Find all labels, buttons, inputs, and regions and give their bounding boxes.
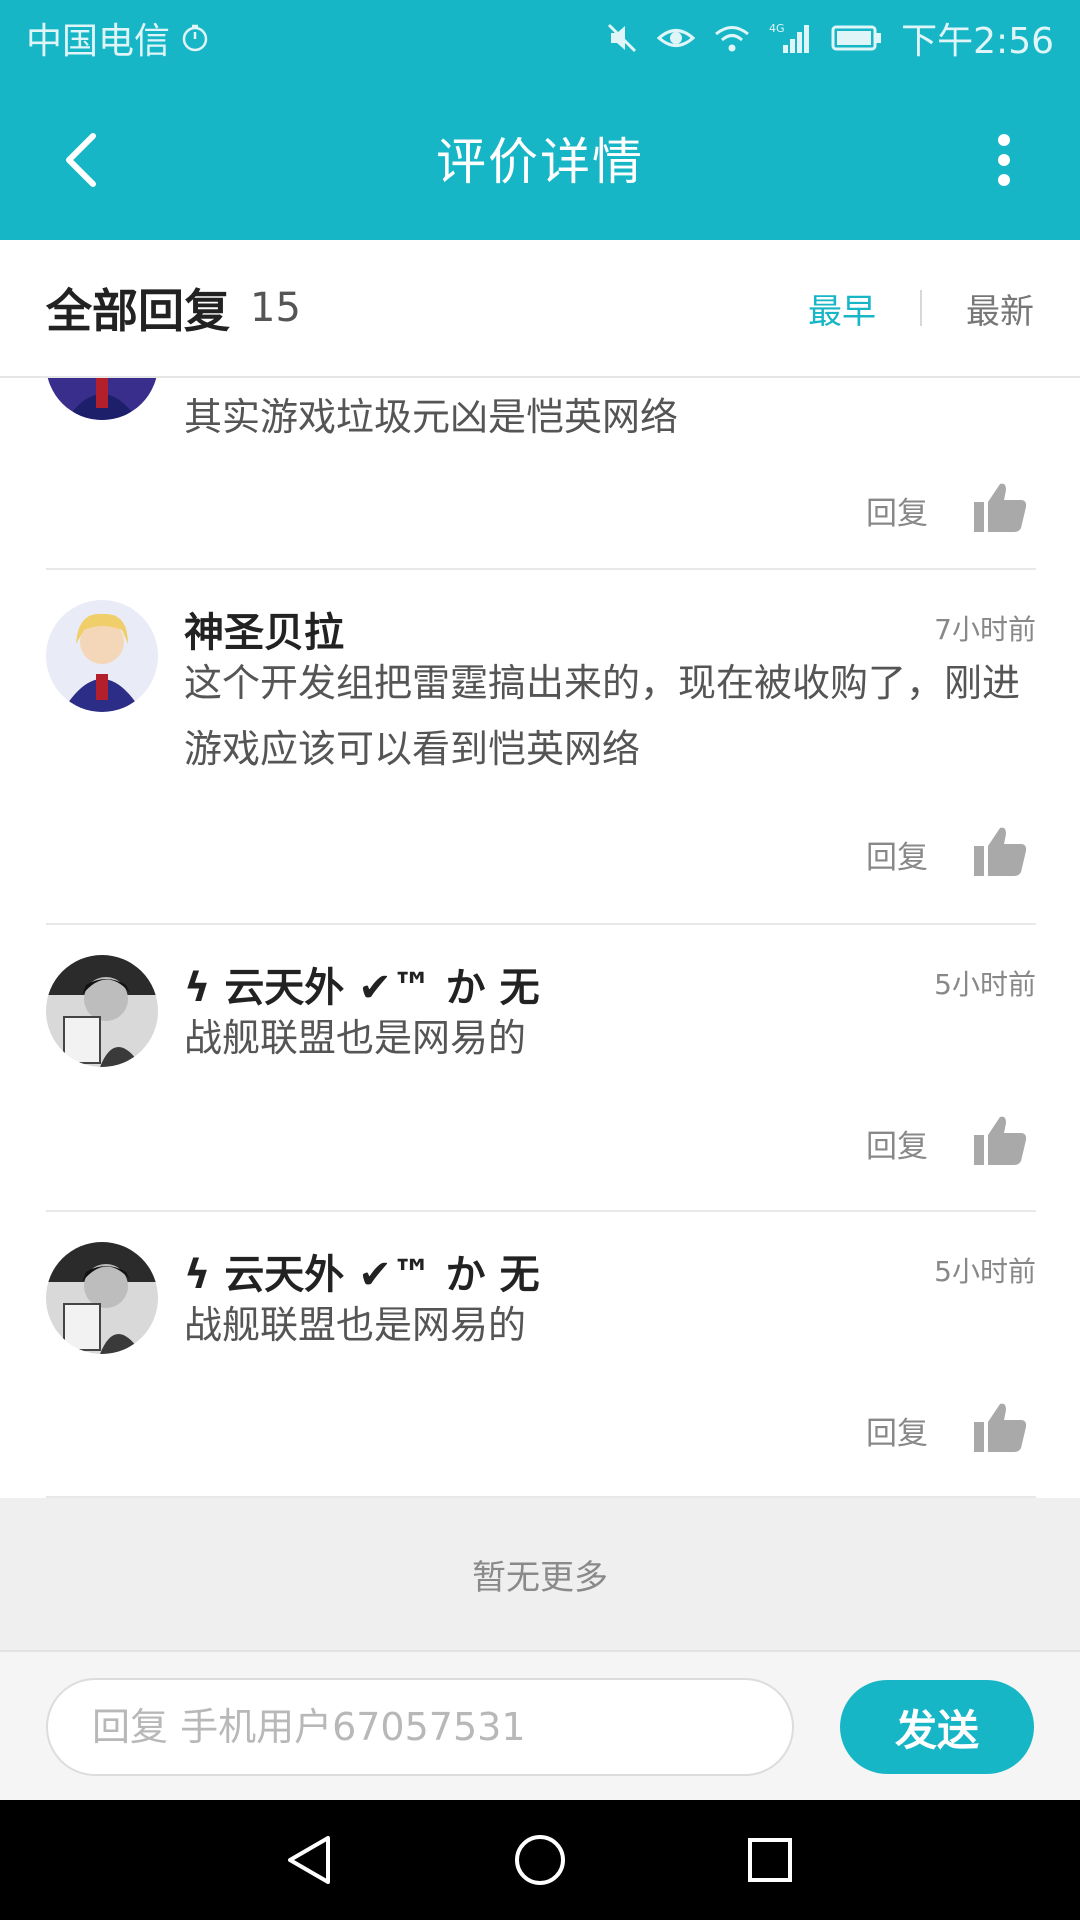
replies-title: 全部回复 — [46, 284, 230, 338]
send-button[interactable]: 发送 — [840, 1680, 1034, 1774]
clock-label: 下午2:56 — [901, 20, 1054, 62]
comment-item: 其实游戏垃圾元凶是恺英网络 回复 — [46, 378, 1036, 570]
sort-newest-tab[interactable]: 最新 — [966, 284, 1034, 333]
avatar[interactable] — [46, 955, 158, 1067]
sort-earliest-tab[interactable]: 最早 — [808, 284, 876, 333]
nav-back-button[interactable] — [270, 1820, 350, 1900]
comment-time: 5小时前 — [934, 968, 1036, 1001]
comment-item: ϟ 云天外 ✔™ か 无 5小时前 战舰联盟也是网易的 回复 — [46, 925, 1036, 1212]
comment-item: ϟ 云天外 ✔™ か 无 5小时前 战舰联盟也是网易的 回复 — [46, 1212, 1036, 1498]
nav-recents-button[interactable] — [730, 1820, 810, 1900]
thumbs-up-icon[interactable] — [972, 824, 1028, 880]
app-bar: 评价详情 — [0, 75, 1080, 240]
eye-icon — [657, 23, 696, 53]
nav-home-button[interactable] — [500, 1820, 580, 1900]
mute-icon — [605, 21, 639, 55]
back-arrow-icon — [66, 133, 96, 187]
back-button[interactable] — [36, 115, 126, 205]
wifi-icon — [713, 23, 751, 53]
more-vert-icon — [998, 134, 1010, 186]
comment-time: 7小时前 — [934, 613, 1036, 646]
comment-list[interactable]: 其实游戏垃圾元凶是恺英网络 回复 神圣贝拉 7小时前 这个开发组把雷霆搞出来的，… — [0, 378, 1080, 1498]
no-more-footer: 暂无更多 — [0, 1498, 1080, 1650]
carrier-label: 中国电信 — [26, 20, 171, 62]
comment-time: 5小时前 — [934, 1255, 1036, 1288]
signal-icon: 4G — [769, 21, 813, 55]
avatar[interactable] — [46, 1242, 158, 1354]
comment-content: 其实游戏垃圾元凶是恺英网络 — [184, 395, 679, 439]
battery-icon — [831, 23, 883, 53]
more-options-button[interactable] — [964, 115, 1044, 205]
reply-input[interactable] — [46, 1678, 794, 1776]
back-triangle-icon — [288, 1836, 330, 1884]
reply-button[interactable]: 回复 — [866, 488, 928, 533]
reply-button[interactable]: 回复 — [866, 832, 928, 877]
avatar[interactable] — [46, 600, 158, 712]
timer-icon — [180, 23, 210, 53]
recents-square-icon — [748, 1838, 792, 1882]
thumbs-up-icon[interactable] — [972, 480, 1028, 536]
reply-button[interactable]: 回复 — [866, 1408, 928, 1453]
comment-content: 战舰联盟也是网易的 — [184, 1303, 527, 1347]
thumbs-up-icon[interactable] — [972, 1400, 1028, 1456]
status-bar: 中国电信 4G 下午2:56 — [0, 0, 1080, 75]
comment-content: 这个开发组把雷霆搞出来的，现在被收购了，刚进游戏应该可以看到恺英网络 — [184, 661, 1021, 771]
system-nav-bar — [0, 1800, 1080, 1920]
sort-divider — [920, 290, 922, 326]
home-circle-icon — [515, 1835, 565, 1885]
comment-content: 战舰联盟也是网易的 — [184, 1016, 527, 1060]
network-label: 4G — [769, 22, 785, 35]
avatar[interactable] — [46, 378, 158, 420]
sort-toggle: 最早 最新 — [808, 284, 1034, 333]
reply-bar: 发送 — [0, 1650, 1080, 1800]
page-title: 评价详情 — [436, 132, 644, 191]
comment-item: 神圣贝拉 7小时前 这个开发组把雷霆搞出来的，现在被收购了，刚进游戏应该可以看到… — [46, 570, 1036, 925]
thumbs-up-icon[interactable] — [972, 1113, 1028, 1169]
replies-count: 15 — [250, 285, 301, 331]
replies-header: 全部回复 15 最早 最新 — [0, 240, 1080, 378]
reply-button[interactable]: 回复 — [866, 1121, 928, 1166]
